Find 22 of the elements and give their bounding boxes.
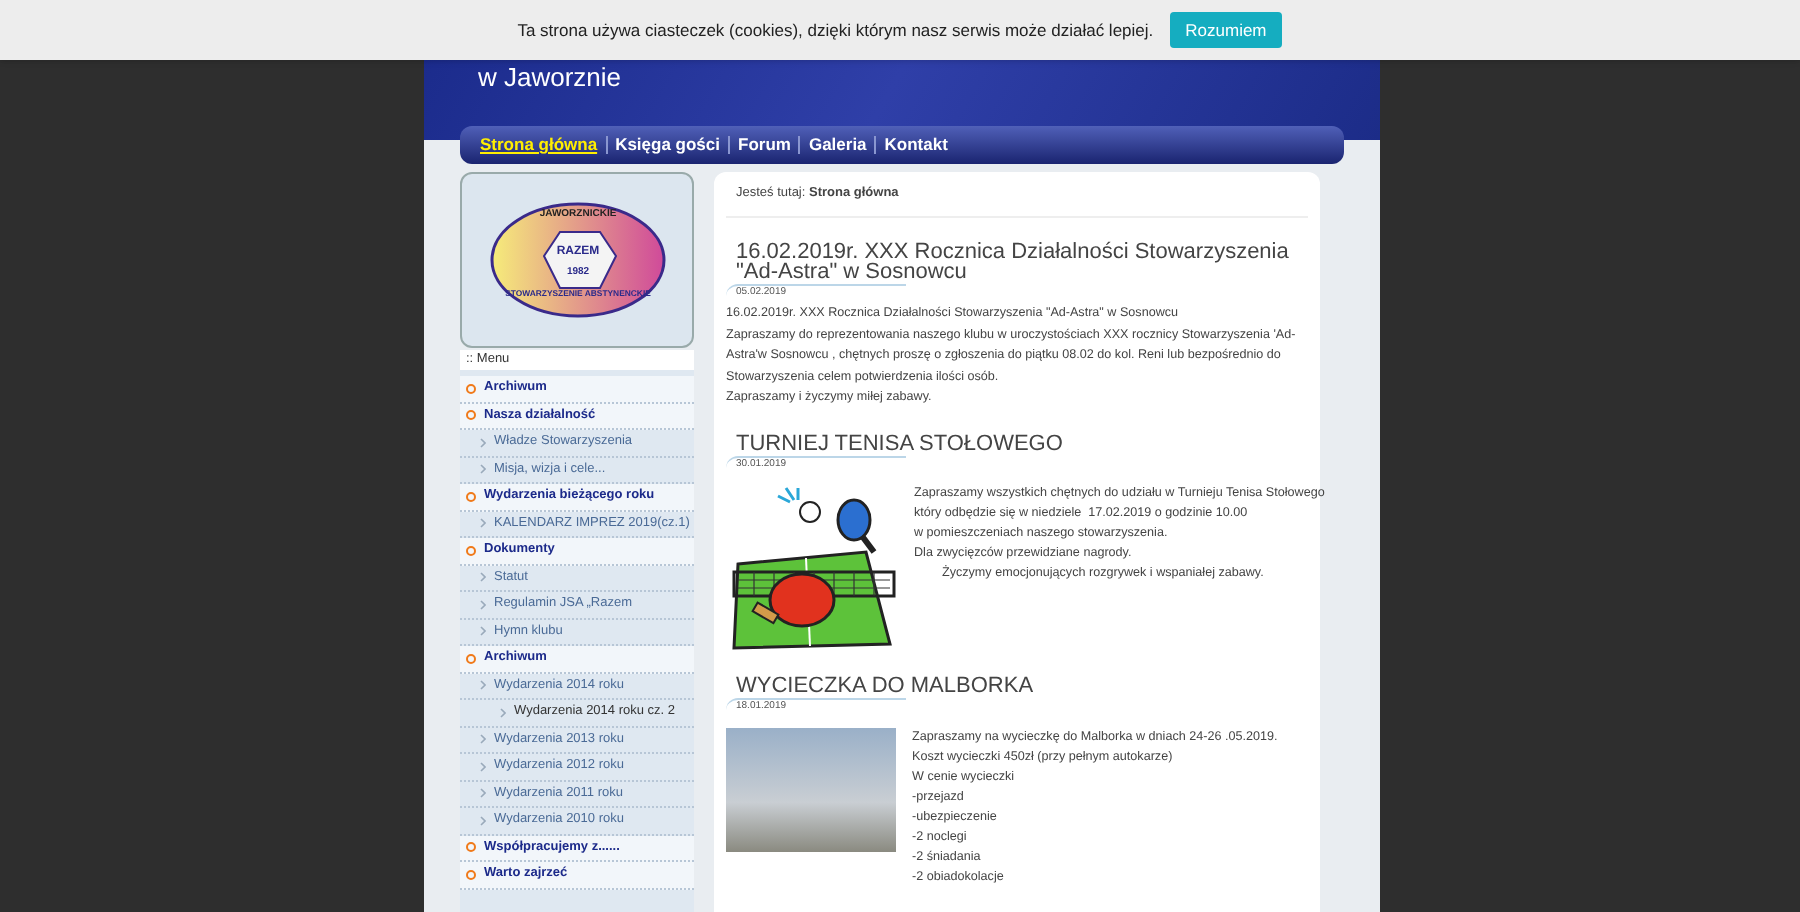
- chevron-icon: [480, 464, 486, 475]
- nav-link[interactable]: Strona główna: [480, 132, 598, 158]
- site-subtitle: w Jaworznie: [478, 62, 622, 92]
- chevron-icon: [480, 626, 486, 637]
- chevron-icon: [480, 761, 486, 772]
- chevron-icon: [480, 680, 486, 691]
- article-title[interactable]: TURNIEJ TENISA STOŁOWEGO: [726, 433, 1308, 454]
- nav-link[interactable]: Księga gości: [615, 132, 720, 158]
- nav-link[interactable]: Kontakt: [884, 132, 948, 158]
- chevron-icon: [480, 572, 486, 583]
- chevron-icon: [480, 437, 486, 448]
- chevron-icon: [480, 518, 486, 529]
- cookie-message: Ta strona używa ciasteczek (cookies), dzięki którym nasz serwis może działać lepiej.: [517, 17, 1154, 43]
- chevron-icon: [480, 599, 486, 610]
- chevron-icon: [480, 788, 486, 799]
- chevron-icon: [480, 734, 486, 745]
- article-title[interactable]: WYCIECZKA DO MALBORKA: [726, 676, 1308, 697]
- nav-link[interactable]: Galeria: [808, 132, 867, 158]
- nav-link[interactable]: Forum: [738, 132, 791, 158]
- article-title[interactable]: 16.02.2019r. XXX Rocznica Działalności Stowarzyszenia "Ad-Astra" w Sosnowcu: [726, 241, 1308, 282]
- chevron-icon: [500, 707, 506, 718]
- chevron-icon: [480, 815, 486, 826]
